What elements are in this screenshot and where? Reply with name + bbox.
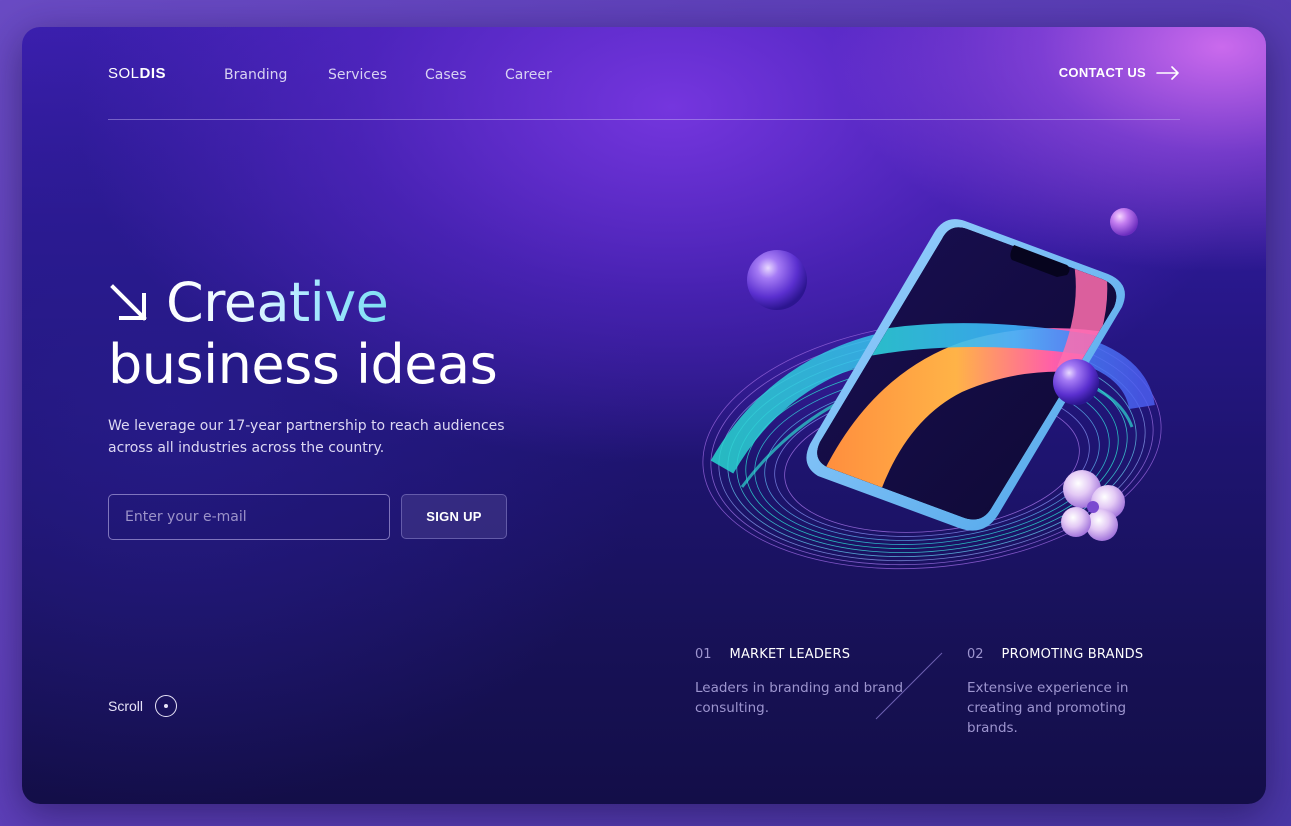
hero-description: We leverage our 17-year partnership to r… (108, 418, 505, 456)
logo[interactable]: SOLDIS (108, 65, 166, 82)
hero-title-word: Creative (166, 271, 389, 334)
feature-promoting-brands: 02 PROMOTING BRANDS Extensive experience… (967, 647, 1177, 738)
scroll-label: Scroll (108, 698, 144, 714)
email-field[interactable] (108, 494, 390, 540)
arrow-right-icon (1156, 65, 1179, 80)
contact-us-link[interactable]: CONTACT US (1059, 65, 1180, 80)
scroll-circle-icon (155, 695, 178, 717)
feature-description: Extensive experience in creating and pro… (967, 680, 1129, 736)
arrow-down-right-icon (110, 284, 147, 321)
feature-number: 01 (695, 647, 712, 662)
contact-us-label: CONTACT US (1058, 65, 1146, 80)
logo-light-text: SOL (108, 65, 140, 82)
main-nav: Branding Services Cases Career (224, 67, 552, 83)
feature-number: 02 (967, 647, 984, 662)
hero-title-line2: business ideas (108, 333, 498, 396)
nav-item-cases[interactable]: Cases (425, 67, 505, 83)
nav-item-career[interactable]: Career (505, 67, 552, 83)
feature-title: PROMOTING BRANDS (1001, 647, 1144, 662)
signup-button[interactable]: SIGN UP (401, 494, 507, 539)
phone-illustration (702, 208, 1162, 570)
hero-card: SOLDIS Branding Services Cases Career CO… (22, 27, 1266, 804)
diagonal-divider (875, 652, 943, 720)
scroll-indicator[interactable]: Scroll (108, 695, 178, 717)
feature-title: MARKET LEADERS (729, 647, 851, 662)
logo-bold-text: DIS (139, 65, 167, 82)
header-divider (108, 119, 1180, 120)
nav-item-services[interactable]: Services (328, 67, 425, 83)
hero-title: Creative business ideas (108, 271, 498, 396)
nav-item-branding[interactable]: Branding (224, 67, 328, 83)
